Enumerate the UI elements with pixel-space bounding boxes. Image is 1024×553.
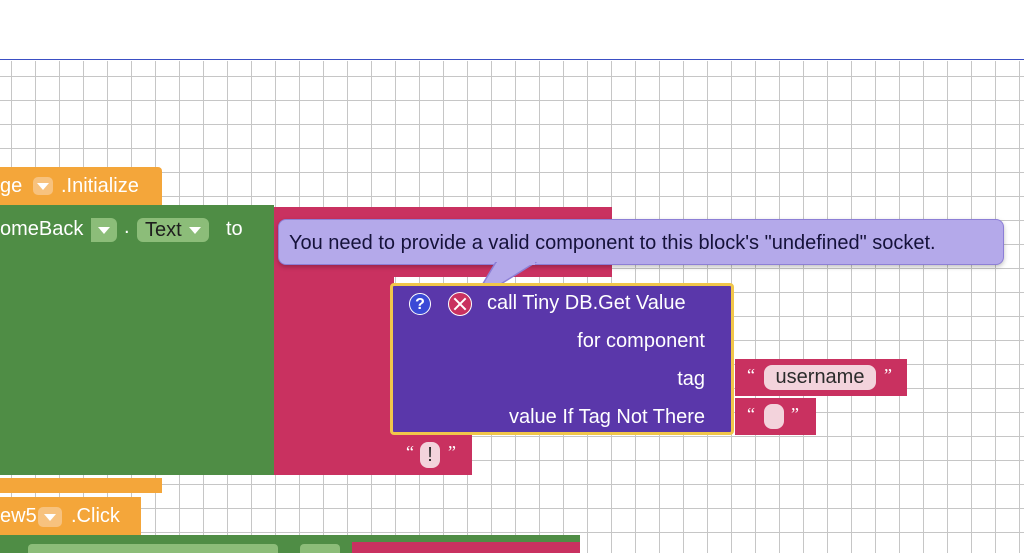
initialize-component-label: ge (0, 175, 23, 197)
error-tooltip-message: You need to provide a valid component to… (289, 232, 936, 254)
property-label: Text (145, 219, 182, 241)
set-property-dropdown[interactable]: Text (137, 218, 209, 242)
chevron-down-icon (44, 514, 56, 521)
click-body-value-block[interactable] (352, 542, 580, 553)
tag-string-value[interactable]: username (764, 365, 876, 390)
close-quote: ” (884, 365, 892, 385)
help-icon[interactable]: ? (409, 293, 431, 315)
tag-string-block[interactable]: “ username ” (735, 359, 907, 396)
set-text-block[interactable]: omeBack . Text to (0, 205, 274, 475)
set-component-label: omeBack (0, 218, 84, 240)
set-to-label: to (226, 218, 243, 240)
chevron-down-icon (188, 226, 201, 234)
click-event-block[interactable]: ew5 .Click (0, 497, 141, 535)
error-icon[interactable] (448, 292, 472, 316)
close-quote: ” (448, 442, 456, 462)
exclaim-string-value[interactable]: ! (420, 442, 440, 468)
empty-string-block[interactable]: “ ” (735, 398, 816, 435)
error-tooltip: You need to provide a valid component to… (278, 219, 1004, 265)
chevron-down-icon (37, 183, 49, 190)
open-quote: “ (406, 442, 414, 462)
workspace-top-bar (0, 0, 1024, 60)
tag-label: tag (677, 368, 705, 390)
click-event-label: .Click (71, 505, 120, 527)
close-quote: ” (791, 404, 799, 424)
initialize-event-label: .Initialize (61, 175, 139, 197)
click-body-dropdown[interactable] (28, 544, 278, 553)
tinydb-call-title: call Tiny DB.Get Value (487, 292, 686, 314)
screen-initialize-event-block[interactable]: ge .Initialize (0, 167, 162, 205)
value-if-tag-not-there-label: value If Tag Not There (508, 406, 705, 428)
set-dot-label: . (124, 216, 130, 238)
click-body-property-dropdown[interactable] (300, 544, 340, 553)
open-quote: “ (747, 365, 755, 385)
set-component-dropdown-arrow[interactable] (91, 218, 117, 242)
tinydb-get-value-block[interactable]: ? call Tiny DB.Get Value for component t… (390, 283, 734, 435)
click-component-dropdown-arrow[interactable] (38, 507, 62, 527)
chevron-down-icon (98, 227, 110, 234)
exclaim-string-block[interactable]: “ ! ” (396, 437, 472, 473)
empty-string-value[interactable] (764, 404, 784, 429)
open-quote: “ (747, 404, 755, 424)
for-component-label: for component (577, 330, 705, 352)
click-body-setter-block[interactable] (0, 535, 580, 553)
click-component-label: ew5 (0, 505, 37, 527)
initialize-component-dropdown-arrow[interactable] (33, 177, 53, 195)
initialize-event-bottom (0, 478, 162, 493)
